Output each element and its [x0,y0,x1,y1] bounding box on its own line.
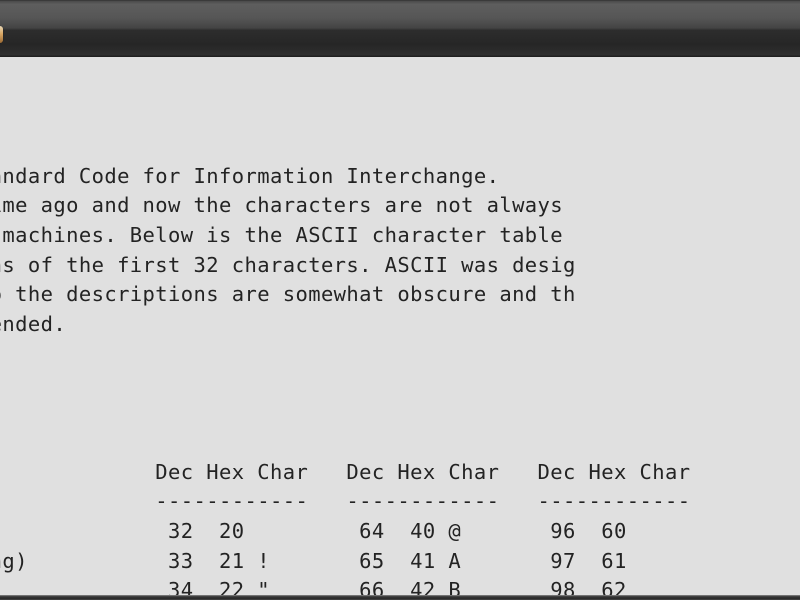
document-text-line: letypes and so the descriptions are some… [0,282,576,307]
document-content: r American Standard Code for Information… [0,57,800,596]
app-icon [0,26,3,43]
document-text-line: es descriptions of the first 32 characte… [0,252,576,277]
document-viewport[interactable]: r American Standard Code for Information… [0,57,800,596]
table-row: tart of heading) 33 21 ! 65 41 A 97 61 [0,548,627,573]
window-bottom-bar [0,595,800,600]
table-header-separator: ------------ ------------ ------------ [155,489,691,514]
window-title-bar[interactable]: ASCII Character Table [0,0,800,57]
ascii-table: Dec Hex Char Dec Hex Char Dec Hex Char -… [0,458,800,596]
document-text-line: r American Standard Code for Information… [0,163,500,188]
document-text-line: oped a long time ago and now the charact… [0,193,564,218]
document-text-line: ly not as intended. [0,311,67,336]
app-window: ASCII Character Table r American Standar… [0,0,800,600]
table-row: tart of text) 34 22 " 66 42 B 98 62 [168,578,627,596]
intro-paragraph: r American Standard Code for Information… [0,146,800,340]
table-header-row: Dec Hex Char Dec Hex Char Dec Hex Char [155,459,691,484]
document-text-line: e way on some machines. Below is the ASC… [2,222,564,247]
table-row: ull) 32 20 64 40 @ 96 60 [168,518,627,543]
